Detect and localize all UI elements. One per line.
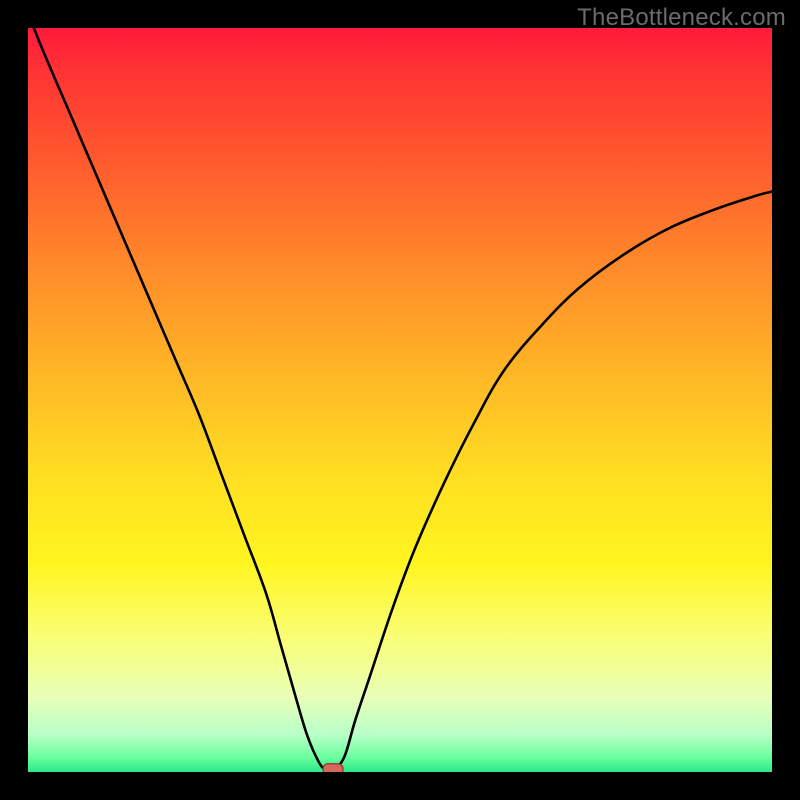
curve-layer xyxy=(28,28,772,772)
watermark-text: TheBottleneck.com xyxy=(577,4,786,32)
chart-frame: TheBottleneck.com xyxy=(0,0,800,800)
plot-area xyxy=(28,28,772,772)
bottleneck-curve xyxy=(28,28,772,771)
optimal-point-marker xyxy=(323,764,343,772)
